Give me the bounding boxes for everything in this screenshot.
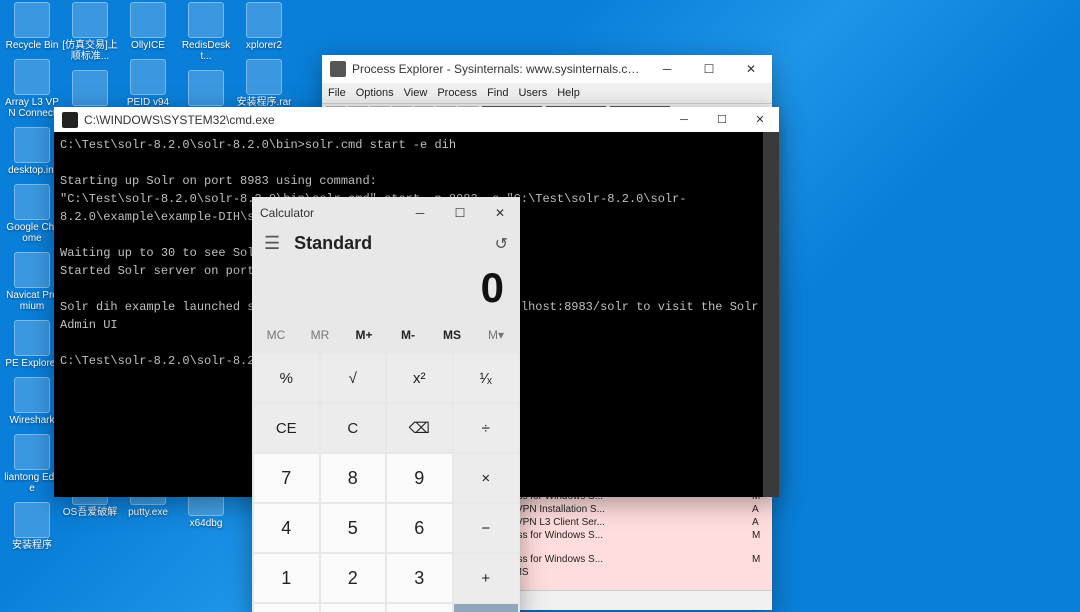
key-CE[interactable]: CE — [254, 404, 319, 452]
calc-title: Calculator — [260, 206, 400, 220]
desktop-icon[interactable]: Navicat Premium — [4, 252, 60, 312]
menu-item-file[interactable]: File — [328, 87, 346, 99]
desktop-icon[interactable]: Recycle Bin — [4, 2, 60, 51]
key-6[interactable]: 6 — [387, 504, 452, 552]
desktop-icon[interactable]: xplorer2 — [236, 2, 292, 51]
mem-mr[interactable]: MR — [298, 322, 342, 348]
key-8[interactable]: 8 — [321, 454, 386, 502]
key-√[interactable]: √ — [321, 354, 386, 402]
calc-keypad: %√x²¹⁄ₓ CEC⌫÷ 789× 456− 123+ ±0.= — [252, 352, 520, 612]
hamburger-icon[interactable]: ☰ — [264, 233, 280, 254]
key-¹⁄ₓ[interactable]: ¹⁄ₓ — [454, 354, 519, 402]
menu-item-view[interactable]: View — [404, 87, 428, 99]
key-%[interactable]: % — [254, 354, 319, 402]
maximize-button[interactable]: ☐ — [703, 107, 741, 132]
calc-mode-row: ☰ Standard ↺ — [252, 229, 520, 260]
minimize-button[interactable]: ─ — [400, 197, 440, 229]
key-9[interactable]: 9 — [387, 454, 452, 502]
cmd-title: C:\WINDOWS\SYSTEM32\cmd.exe — [84, 113, 665, 127]
key-5[interactable]: 5 — [321, 504, 386, 552]
calc-mode-label: Standard — [294, 233, 494, 254]
desktop-icon[interactable]: 安装程序 — [4, 502, 60, 551]
key-C[interactable]: C — [321, 404, 386, 452]
mem-m-[interactable]: M- — [386, 322, 430, 348]
key-÷[interactable]: ÷ — [454, 404, 519, 452]
cmd-scrollbar[interactable] — [763, 132, 779, 497]
close-button[interactable]: ✕ — [480, 197, 520, 229]
key-−[interactable]: − — [454, 504, 519, 552]
key-×[interactable]: × — [454, 454, 519, 502]
pe-icon — [330, 61, 346, 77]
key-x²[interactable]: x² — [387, 354, 452, 402]
key-=[interactable]: = — [454, 604, 519, 612]
desktop-icon[interactable]: 安装程序.rar — [236, 59, 292, 108]
calc-memory-row: MCMRM+M-MSM▾ — [252, 322, 520, 352]
desktop-icon[interactable]: PEID v94 — [120, 59, 176, 108]
desktop-icon[interactable]: OllyICE — [120, 2, 176, 51]
desktop-icon[interactable]: desktop.ini — [4, 127, 60, 176]
cmd-titlebar[interactable]: C:\WINDOWS\SYSTEM32\cmd.exe ─ ☐ ✕ — [54, 107, 779, 132]
close-button[interactable]: ✕ — [730, 55, 772, 83]
minimize-button[interactable]: ─ — [646, 55, 688, 83]
key-7[interactable]: 7 — [254, 454, 319, 502]
calculator-window: Calculator ─ ☐ ✕ ☰ Standard ↺ 0 MCMRM+M-… — [252, 197, 520, 612]
mem-mc[interactable]: MC — [254, 322, 298, 348]
menu-item-help[interactable]: Help — [557, 87, 580, 99]
desktop-icon[interactable]: Google Chrome — [4, 184, 60, 244]
pe-title: Process Explorer - Sysinternals: www.sys… — [352, 62, 646, 76]
menu-item-process[interactable]: Process — [437, 87, 477, 99]
maximize-button[interactable]: ☐ — [688, 55, 730, 83]
desktop-icon[interactable]: [仿真交易]上顺标准... — [62, 2, 118, 62]
cmd-icon — [62, 112, 78, 128]
menu-item-options[interactable]: Options — [356, 87, 394, 99]
menu-item-find[interactable]: Find — [487, 87, 508, 99]
key-3[interactable]: 3 — [387, 554, 452, 602]
menu-item-users[interactable]: Users — [518, 87, 547, 99]
key-⌫[interactable]: ⌫ — [387, 404, 452, 452]
desktop-icon[interactable]: liantong Edge — [4, 434, 60, 494]
mem-ms[interactable]: MS — [430, 322, 474, 348]
calc-display: 0 — [252, 260, 520, 322]
desktop-icon[interactable]: Wireshark — [4, 377, 60, 426]
key-.[interactable]: . — [387, 604, 452, 612]
key-4[interactable]: 4 — [254, 504, 319, 552]
key-0[interactable]: 0 — [321, 604, 386, 612]
key-+[interactable]: + — [454, 554, 519, 602]
history-icon[interactable]: ↺ — [495, 234, 508, 254]
key-±[interactable]: ± — [254, 604, 319, 612]
desktop-icon[interactable]: RedisDeskt... — [178, 2, 234, 62]
pe-titlebar[interactable]: Process Explorer - Sysinternals: www.sys… — [322, 55, 772, 83]
maximize-button[interactable]: ☐ — [440, 197, 480, 229]
mem-mmenu[interactable]: M▾ — [474, 322, 518, 348]
pe-menu-bar: File Options View Process Find Users Help — [322, 83, 772, 103]
desktop-icon[interactable]: Array L3 VPN Connect — [4, 59, 60, 119]
desktop-icon[interactable]: PE Explorer — [4, 320, 60, 369]
calc-titlebar[interactable]: Calculator ─ ☐ ✕ — [252, 197, 520, 229]
key-2[interactable]: 2 — [321, 554, 386, 602]
minimize-button[interactable]: ─ — [665, 107, 703, 132]
mem-m+[interactable]: M+ — [342, 322, 386, 348]
close-button[interactable]: ✕ — [741, 107, 779, 132]
key-1[interactable]: 1 — [254, 554, 319, 602]
